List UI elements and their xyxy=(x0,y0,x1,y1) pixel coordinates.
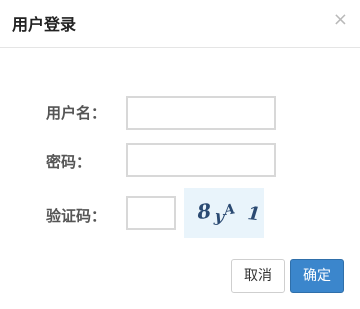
login-dialog: 用户登录 × 用户名： 密码： 验证码： 8 y A 1 取消 确定 xyxy=(0,0,360,309)
password-label: 密码： xyxy=(46,153,92,171)
close-icon[interactable]: × xyxy=(333,9,348,31)
captcha-label: 验证码： xyxy=(46,207,107,225)
username-input[interactable] xyxy=(126,96,276,130)
svg-text:1: 1 xyxy=(246,203,261,225)
dialog-header: 用户登录 × xyxy=(0,0,360,48)
dialog-title: 用户登录 xyxy=(12,15,77,34)
cancel-button[interactable]: 取消 xyxy=(231,259,285,293)
password-input[interactable] xyxy=(126,143,276,177)
confirm-button[interactable]: 确定 xyxy=(290,259,344,293)
captcha-input[interactable] xyxy=(126,196,176,230)
captcha-text-graphic: 8 y A 1 xyxy=(195,199,261,227)
svg-text:8: 8 xyxy=(195,199,212,224)
username-label: 用户名： xyxy=(46,104,107,122)
captcha-image[interactable]: 8 y A 1 xyxy=(184,188,264,238)
